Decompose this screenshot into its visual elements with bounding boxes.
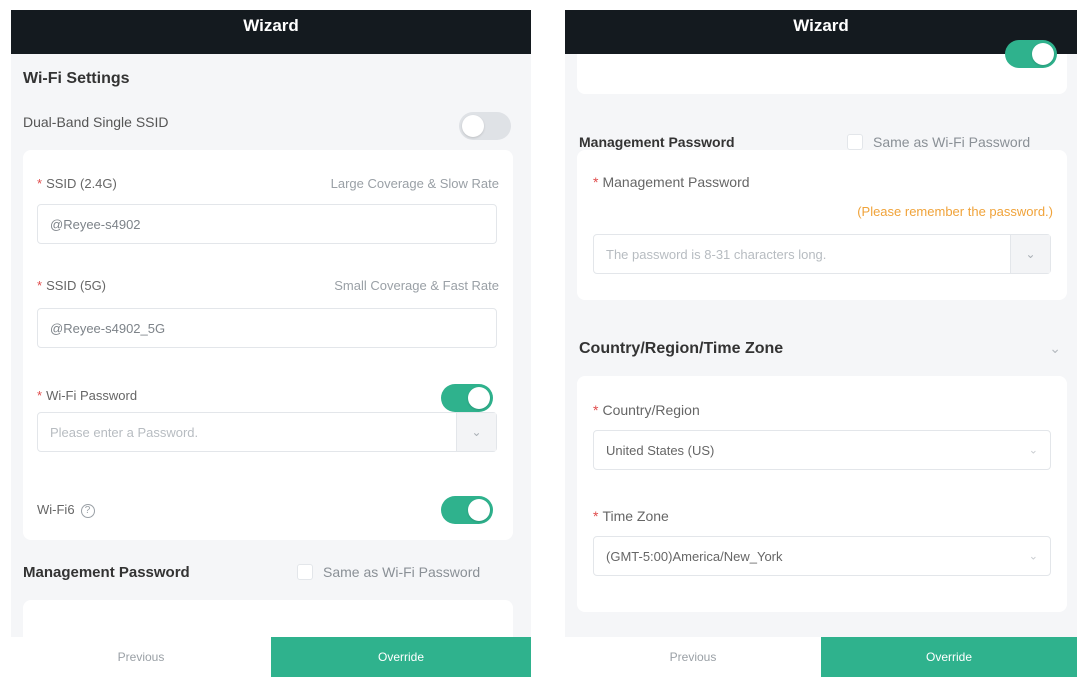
ssid5-hint: Small Coverage & Fast Rate: [334, 278, 499, 293]
wifi-password-label: * Wi-Fi Password: [37, 388, 138, 403]
mgmt-password-title: Management Password: [579, 134, 735, 150]
help-circle-icon[interactable]: ?: [80, 503, 95, 518]
previous-button[interactable]: Previous: [565, 637, 821, 677]
ssid24-label: * SSID (2.4G): [37, 176, 117, 191]
mgmt-password-label: * Management Password: [593, 174, 750, 190]
partial-toggle[interactable]: [1005, 40, 1057, 68]
mgmt-password-placeholder: The password is 8-31 characters long.: [606, 246, 827, 262]
country-value: United States (US): [606, 442, 715, 458]
mgmt-password-title: Management Password: [23, 564, 190, 581]
same-as-wifi-label: Same as Wi-Fi Password: [873, 134, 1031, 150]
wifi-password-input[interactable]: Please enter a Password. ⌄: [37, 412, 497, 452]
previous-button[interactable]: Previous: [11, 637, 271, 677]
mgmt-password-input[interactable]: The password is 8-31 characters long. ⌄: [593, 234, 1051, 274]
topbar: Wizard: [565, 10, 1077, 54]
timezone-select[interactable]: (GMT-5:00)America/New_York ⌄: [593, 536, 1051, 576]
country-card: * Country/Region United States (US) ⌄ * Ti…: [577, 376, 1067, 612]
topbar-title: Wizard: [243, 16, 299, 35]
chevron-down-icon: ⌄: [1028, 550, 1038, 563]
previous-card-partial: [577, 40, 1067, 94]
topbar-title: Wizard: [793, 16, 849, 35]
override-button[interactable]: Override: [821, 637, 1077, 677]
ssid24-value: @Reyee-s4902: [50, 216, 141, 232]
same-as-wifi-checkbox[interactable]: Same as Wi-Fi Password: [847, 134, 1030, 150]
mgmt-card: * Management Password (Please remember th…: [577, 150, 1067, 300]
country-label: * Country/Region: [593, 402, 700, 418]
country-select[interactable]: United States (US) ⌄: [593, 430, 1051, 470]
chevron-down-icon: ⌄: [1028, 444, 1038, 457]
timezone-label: * Time Zone: [593, 508, 669, 524]
left-screen: Wizard Wi-Fi Settings Dual-Band Single S…: [11, 10, 531, 677]
wifi-card: * SSID (2.4G) Large Coverage & Slow Rate …: [23, 150, 513, 540]
ssid5-input[interactable]: @Reyee-s4902_5G: [37, 308, 497, 348]
ssid5-label: * SSID (5G): [37, 278, 107, 293]
country-section-title: Country/Region/Time Zone: [579, 340, 784, 357]
remember-hint: (Please remember the password.): [857, 204, 1053, 219]
bottom-bar: Previous Override: [11, 637, 531, 677]
ssid5-value: @Reyee-s4902_5G: [50, 320, 166, 336]
topbar: Wizard: [11, 10, 531, 54]
toggle-knob: [462, 115, 484, 137]
ssid24-input[interactable]: @Reyee-s4902: [37, 204, 497, 244]
bottom-bar: Previous Override: [565, 637, 1077, 677]
toggle-knob: [468, 387, 490, 409]
checkbox-box[interactable]: [847, 134, 863, 150]
checkbox-box[interactable]: [297, 564, 313, 580]
wifi-password-placeholder: Please enter a Password.: [50, 424, 199, 440]
same-as-wifi-checkbox[interactable]: Same as Wi-Fi Password: [297, 564, 480, 580]
wifi-settings-title: Wi-Fi Settings: [23, 70, 130, 87]
wifi-password-toggle[interactable]: [441, 384, 493, 412]
wifi6-toggle[interactable]: [441, 496, 493, 524]
timezone-value: (GMT-5:00)America/New_York: [606, 548, 783, 564]
eye-icon[interactable]: ⌄: [456, 413, 496, 451]
override-button[interactable]: Override: [271, 637, 531, 677]
dual-band-toggle[interactable]: [459, 112, 511, 140]
mgmt-card-partial: [23, 600, 513, 640]
same-as-wifi-label: Same as Wi-Fi Password: [323, 564, 481, 580]
wifi6-label: Wi-Fi6?: [37, 502, 95, 518]
toggle-knob: [468, 499, 490, 521]
chevron-down-icon[interactable]: ⌄: [1049, 340, 1061, 357]
right-screen: Wizard Management Password Same as Wi-Fi…: [565, 10, 1077, 677]
ssid24-hint: Large Coverage & Slow Rate: [330, 176, 499, 191]
toggle-knob: [1032, 43, 1054, 65]
eye-icon[interactable]: ⌄: [1010, 235, 1050, 273]
dual-band-label: Dual-Band Single SSID: [23, 114, 169, 130]
